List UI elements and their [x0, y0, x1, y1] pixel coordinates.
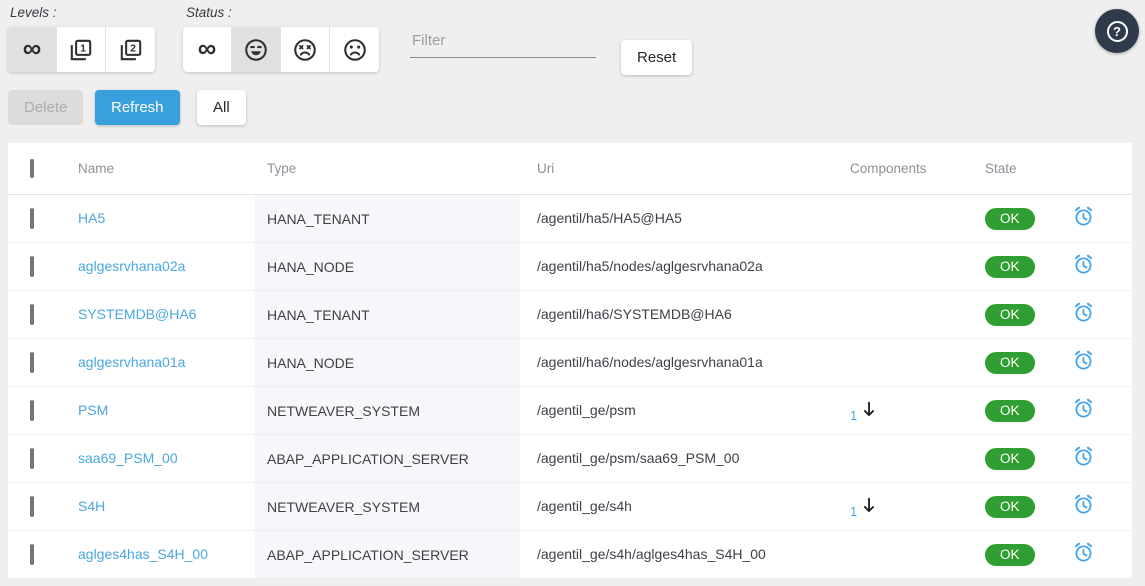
- alarm-clock-icon[interactable]: [1072, 445, 1095, 468]
- alarm-clock-icon[interactable]: [1072, 253, 1095, 276]
- levels-2-button[interactable]: 2: [106, 27, 155, 72]
- table-row: HA5 HANA_TENANT /agentil/ha5/HA5@HA5 OK: [8, 195, 1132, 243]
- row-uri: /agentil/ha6/SYSTEMDB@HA6: [537, 306, 732, 322]
- all-button[interactable]: All: [197, 90, 246, 125]
- column-header-type[interactable]: Type: [255, 143, 520, 194]
- levels-label: Levels :: [10, 5, 57, 20]
- alarm-clock-icon[interactable]: [1072, 205, 1095, 228]
- status-ok-button[interactable]: [232, 27, 281, 72]
- row-components[interactable]: 1: [838, 495, 960, 519]
- row-checkbox[interactable]: [30, 256, 34, 277]
- table-row: PSM NETWEAVER_SYSTEM /agentil_ge/psm 1 O…: [8, 387, 1132, 435]
- components-count: 1: [850, 504, 857, 519]
- state-badge: OK: [985, 352, 1035, 374]
- row-checkbox[interactable]: [30, 544, 34, 565]
- row-name-link[interactable]: SYSTEMDB@HA6: [78, 306, 196, 322]
- state-badge: OK: [985, 400, 1035, 422]
- column-header-components[interactable]: Components: [838, 161, 960, 176]
- row-name-link[interactable]: aglges4has_S4H_00: [78, 546, 208, 562]
- dizzy-face-icon: [292, 37, 318, 63]
- row-uri: /agentil_ge/s4h/aglges4has_S4H_00: [537, 546, 766, 562]
- row-uri: /agentil_ge/s4h: [537, 498, 632, 514]
- column-header-uri[interactable]: Uri: [520, 161, 838, 176]
- state-badge: OK: [985, 304, 1035, 326]
- table-row: aglgesrvhana02a HANA_NODE /agentil/ha5/n…: [8, 243, 1132, 291]
- resources-table: Name Type Uri Components State HA5 HANA_…: [8, 143, 1132, 579]
- help-button[interactable]: ?: [1095, 9, 1139, 53]
- infinity-icon: ∞: [23, 35, 42, 61]
- levels-1-button[interactable]: 1: [57, 27, 106, 72]
- svg-text:2: 2: [130, 43, 136, 54]
- table-row: S4H NETWEAVER_SYSTEM /agentil_ge/s4h 1 O…: [8, 483, 1132, 531]
- status-all-button[interactable]: ∞: [183, 27, 232, 72]
- column-header-state[interactable]: State: [960, 161, 1052, 176]
- row-type: ABAP_APPLICATION_SERVER: [267, 547, 469, 563]
- state-badge: OK: [985, 496, 1035, 518]
- state-badge: OK: [985, 208, 1035, 230]
- row-checkbox[interactable]: [30, 208, 34, 229]
- select-all-checkbox[interactable]: [30, 159, 34, 178]
- row-uri: /agentil/ha5/HA5@HA5: [537, 210, 682, 226]
- refresh-button[interactable]: Refresh: [95, 90, 180, 125]
- row-name-link[interactable]: aglgesrvhana02a: [78, 258, 185, 274]
- state-badge: OK: [985, 544, 1035, 566]
- delete-button[interactable]: Delete: [8, 90, 83, 125]
- row-components[interactable]: 1: [838, 399, 960, 423]
- row-checkbox[interactable]: [30, 448, 34, 469]
- alarm-clock-icon[interactable]: [1072, 397, 1095, 420]
- sad-face-icon: [342, 37, 368, 63]
- table-row: SYSTEMDB@HA6 HANA_TENANT /agentil/ha6/SY…: [8, 291, 1132, 339]
- row-uri: /agentil_ge/psm: [537, 402, 636, 418]
- status-button-group: ∞: [183, 27, 379, 72]
- alarm-clock-icon[interactable]: [1072, 301, 1095, 324]
- svg-text:1: 1: [80, 43, 86, 54]
- question-mark-icon: ?: [1107, 21, 1128, 42]
- expand-down-arrow-icon[interactable]: [858, 399, 880, 421]
- status-critical-button[interactable]: [330, 27, 379, 72]
- components-count: 1: [850, 408, 857, 423]
- status-warning-button[interactable]: [281, 27, 330, 72]
- row-type: HANA_NODE: [267, 355, 354, 371]
- table-body: HA5 HANA_TENANT /agentil/ha5/HA5@HA5 OK …: [8, 195, 1132, 579]
- filter-level-2-icon: 2: [118, 37, 144, 63]
- row-name-link[interactable]: saa69_PSM_00: [78, 450, 178, 466]
- levels-button-group: ∞ 1 2: [8, 27, 155, 72]
- row-uri: /agentil_ge/psm/saa69_PSM_00: [537, 450, 739, 466]
- alarm-clock-icon[interactable]: [1072, 349, 1095, 372]
- table-row: aglges4has_S4H_00 ABAP_APPLICATION_SERVE…: [8, 531, 1132, 579]
- row-checkbox[interactable]: [30, 496, 34, 517]
- row-type: ABAP_APPLICATION_SERVER: [267, 451, 469, 467]
- table-header-row: Name Type Uri Components State: [8, 143, 1132, 195]
- status-label: Status :: [186, 5, 232, 20]
- row-type: HANA_TENANT: [267, 307, 370, 323]
- row-type: NETWEAVER_SYSTEM: [267, 499, 420, 515]
- filter-input[interactable]: [410, 28, 596, 58]
- row-uri: /agentil/ha6/nodes/aglgesrvhana01a: [537, 354, 763, 370]
- filter-level-1-icon: 1: [68, 37, 94, 63]
- row-checkbox[interactable]: [30, 352, 34, 373]
- happy-face-icon: [243, 37, 269, 63]
- levels-all-button[interactable]: ∞: [8, 27, 57, 72]
- row-name-link[interactable]: PSM: [78, 402, 108, 418]
- expand-down-arrow-icon[interactable]: [858, 495, 880, 517]
- alarm-clock-icon[interactable]: [1072, 493, 1095, 516]
- row-type: HANA_NODE: [267, 259, 354, 275]
- reset-button[interactable]: Reset: [621, 40, 692, 75]
- row-type: HANA_TENANT: [267, 211, 370, 227]
- column-header-name[interactable]: Name: [70, 161, 255, 176]
- row-uri: /agentil/ha5/nodes/aglgesrvhana02a: [537, 258, 763, 274]
- infinity-icon: ∞: [198, 35, 217, 61]
- filter-field-wrap: [410, 28, 596, 58]
- state-badge: OK: [985, 448, 1035, 470]
- row-type: NETWEAVER_SYSTEM: [267, 403, 420, 419]
- row-name-link[interactable]: S4H: [78, 498, 105, 514]
- row-checkbox[interactable]: [30, 400, 34, 421]
- alarm-clock-icon[interactable]: [1072, 541, 1095, 564]
- table-row: aglgesrvhana01a HANA_NODE /agentil/ha6/n…: [8, 339, 1132, 387]
- state-badge: OK: [985, 256, 1035, 278]
- row-name-link[interactable]: aglgesrvhana01a: [78, 354, 185, 370]
- row-name-link[interactable]: HA5: [78, 210, 105, 226]
- table-row: saa69_PSM_00 ABAP_APPLICATION_SERVER /ag…: [8, 435, 1132, 483]
- row-checkbox[interactable]: [30, 304, 34, 325]
